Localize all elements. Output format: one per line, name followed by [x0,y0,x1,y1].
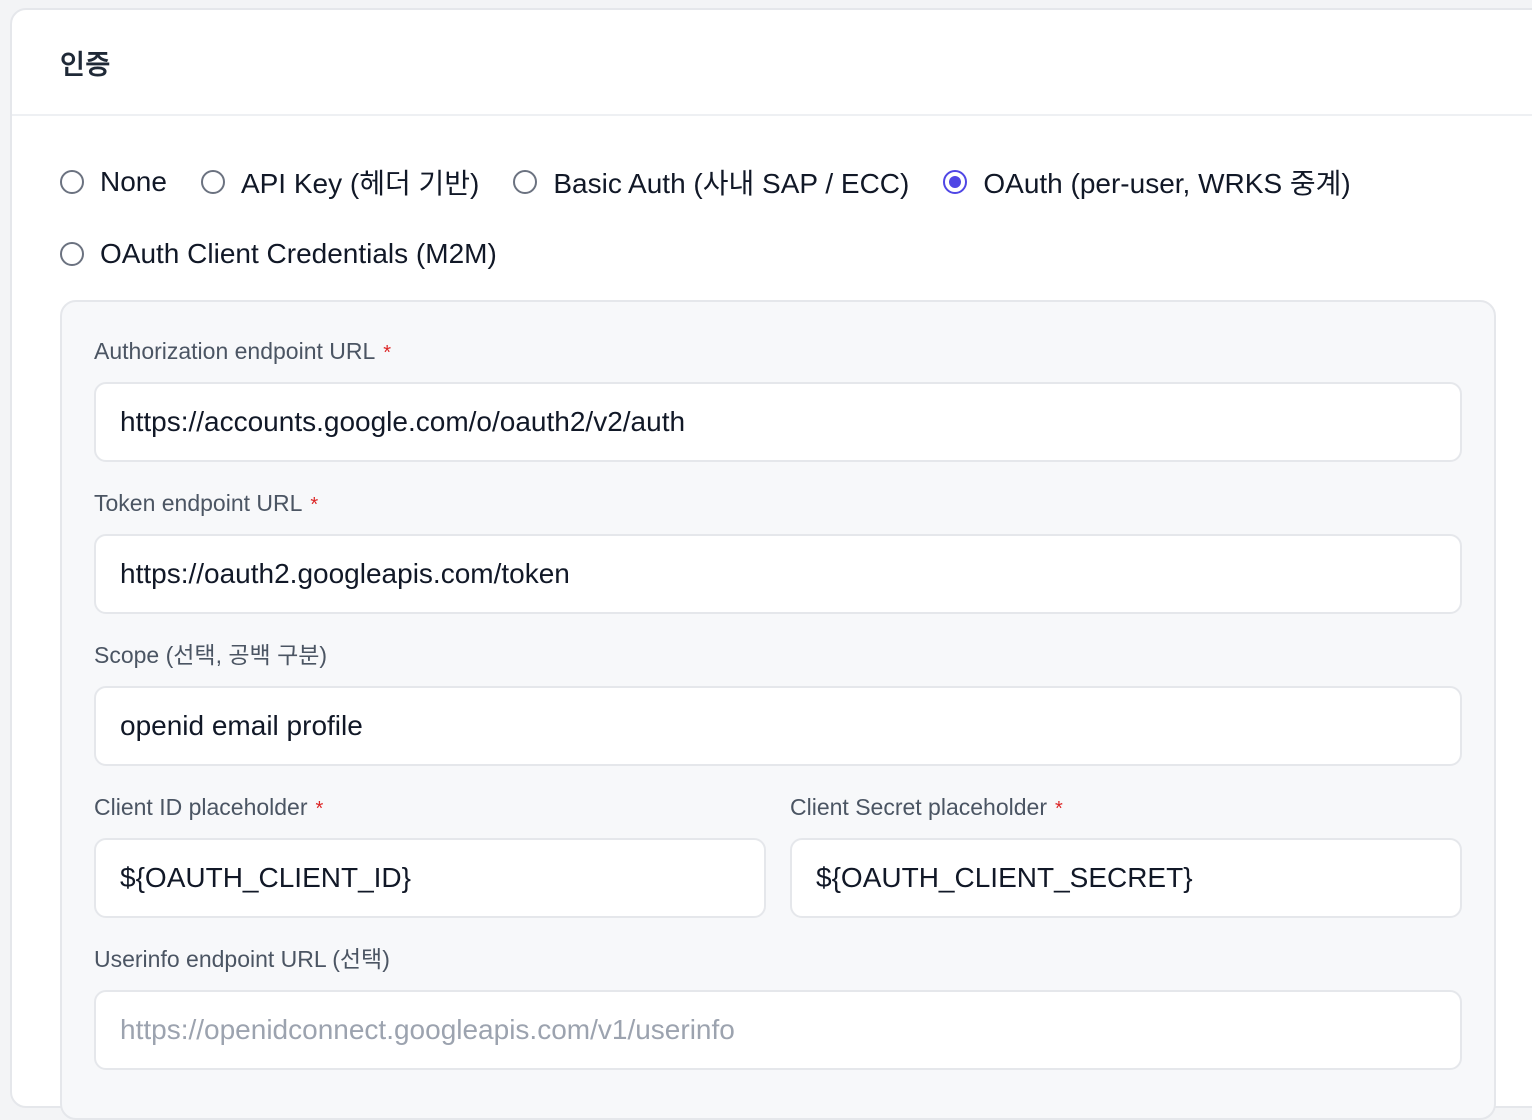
radio-option-none[interactable]: None [60,166,167,198]
radio-option-api-key[interactable]: API Key (헤더 기반) [200,162,480,202]
scope-field: Scope (선택, 공백 구분) openid email profile [94,640,1462,766]
radio-button-oauth-m2m[interactable] [60,242,84,266]
radio-label-none: None [100,166,167,197]
required-mark: * [383,342,392,364]
required-mark: * [1054,798,1063,820]
client-secret-field: Client Secret placeholder * ${OAUTH_CLIEN… [790,792,1462,918]
auth-url-label: Authorization endpoint URL * [94,336,1462,366]
userinfo-url-label: Userinfo endpoint URL (선택) [94,946,390,972]
card-title: 인증 [60,49,111,80]
token-url-label: Token endpoint URL * [94,488,1462,518]
radio-label-api-key: API Key (헤더 기반) [240,168,480,199]
client-secret-input[interactable]: ${OAUTH_CLIENT_SECRET} [790,838,1462,918]
required-mark: * [310,494,319,516]
scope-label: Scope (선택, 공백 구분) [94,642,328,668]
card-header: 인증 [12,10,1532,116]
auth-url-field: Authorization endpoint URL * https://acco… [94,336,1462,462]
radio-option-basic-auth[interactable]: Basic Auth (사내 SAP / ECC) [513,162,909,202]
radio-row: None API Key (헤더 기반) Basic Auth (사내 SAP … [60,146,1500,218]
radio-row: OAuth Client Credentials (M2M) [60,218,1500,290]
required-mark: * [315,798,324,820]
auth-url-input[interactable]: https://accounts.google.com/o/oauth2/v2/… [94,382,1462,462]
radio-option-oauth[interactable]: OAuth (per-user, WRKS 중계) [943,162,1351,202]
client-secret-label-text: Client Secret placeholder [790,794,1047,820]
client-id-field: Client ID placeholder * ${OAUTH_CLIENT_ID… [94,792,766,918]
token-url-field: Token endpoint URL * https://oauth2.googl… [94,488,1462,614]
token-url-label-text: Token endpoint URL [94,490,303,516]
auth-type-radio-group: None API Key (헤더 기반) Basic Auth (사내 SAP … [60,146,1500,290]
auth-card: 인증 None API Key (헤더 기반) Basic Auth (사내 S… [10,8,1532,1120]
auth-url-label-text: Authorization endpoint URL [94,338,376,364]
client-secret-label: Client Secret placeholder * [790,792,1462,822]
scope-input[interactable]: openid email profile [94,686,1462,766]
client-id-label: Client ID placeholder * [94,792,766,822]
userinfo-url-field: Userinfo endpoint URL (선택) https://openi… [94,944,1462,1070]
client-id-input[interactable]: ${OAUTH_CLIENT_ID} [94,838,766,918]
radio-button-oauth[interactable] [943,170,968,194]
token-url-input[interactable]: https://oauth2.googleapis.com/token [94,534,1462,614]
userinfo-url-input[interactable]: https://openidconnect.googleapis.com/v1/… [94,990,1462,1070]
radio-option-oauth-m2m[interactable]: OAuth Client Credentials (M2M) [60,238,497,270]
radio-label-basic-auth: Basic Auth (사내 SAP / ECC) [553,168,910,199]
radio-label-oauth: OAuth (per-user, WRKS 중계) [983,168,1351,199]
oauth-settings-panel: Authorization endpoint URL * https://acco… [60,300,1496,1120]
radio-button-api-key[interactable] [200,170,225,194]
radio-button-none[interactable] [60,170,84,194]
radio-button-basic-auth[interactable] [513,170,538,194]
radio-label-oauth-m2m: OAuth Client Credentials (M2M) [100,238,497,269]
client-id-label-text: Client ID placeholder [94,794,308,820]
